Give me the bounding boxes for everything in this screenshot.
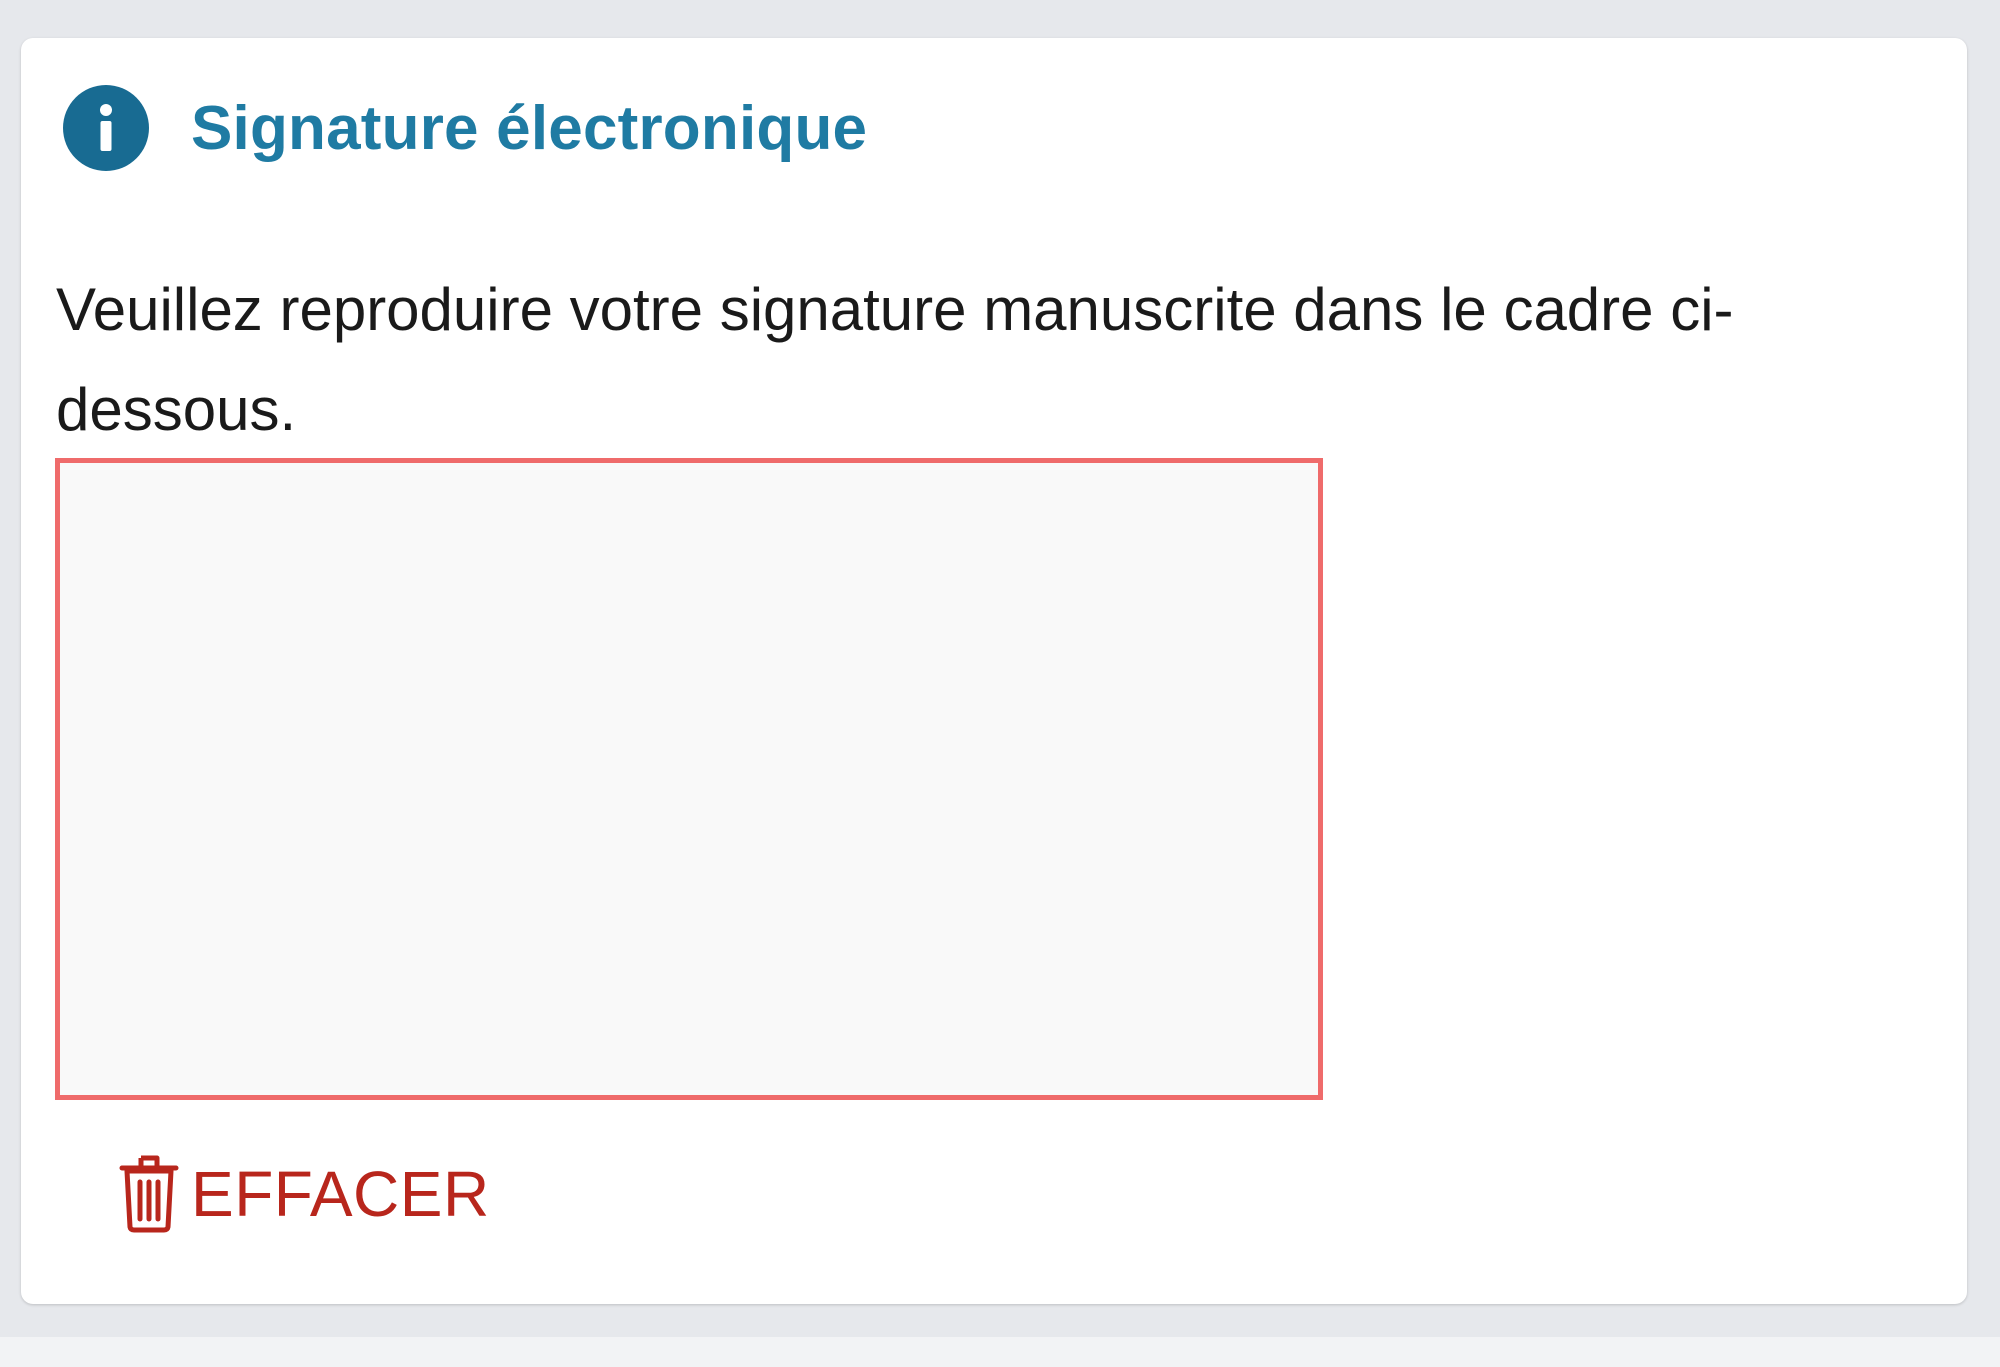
- clear-signature-button[interactable]: EFFACER: [97, 1144, 502, 1244]
- signature-card: Signature électronique Veuillez reprodui…: [21, 38, 1967, 1304]
- signature-pad[interactable]: [55, 458, 1323, 1100]
- clear-button-label: EFFACER: [191, 1158, 490, 1230]
- card-header: Signature électronique: [63, 84, 867, 172]
- trash-icon: [117, 1155, 181, 1233]
- info-icon: [63, 85, 149, 171]
- page-footer-strip: [0, 1337, 2000, 1367]
- instructions-text: Veuillez reproduire votre signature manu…: [56, 276, 1734, 443]
- card-title: Signature électronique: [191, 93, 868, 163]
